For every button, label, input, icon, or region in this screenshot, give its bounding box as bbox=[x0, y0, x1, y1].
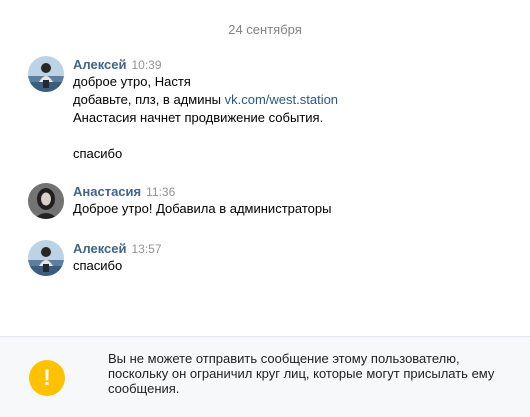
message-text: добавьте, плз, в админы bbox=[73, 92, 225, 107]
photo-avatar-anastasia-icon bbox=[28, 183, 64, 219]
message-time[interactable]: 13:57 bbox=[132, 242, 162, 256]
message-author[interactable]: Алексей bbox=[73, 241, 127, 256]
message-text-line: Анастасия начнет продвижение события. bbox=[73, 110, 324, 125]
message-text-line: спасибо bbox=[73, 258, 123, 273]
photo-avatar-aleksey-icon bbox=[28, 56, 64, 92]
message-item: Анастасия 11:36 Доброе утро! Добавила в а… bbox=[28, 183, 508, 223]
message-text-line: спасибо bbox=[73, 146, 123, 161]
warning-icon: ! bbox=[29, 360, 65, 396]
blocked-notice-panel: ! Вы не можете отправить сообщение этому… bbox=[0, 336, 530, 417]
message-time[interactable]: 11:36 bbox=[146, 185, 175, 199]
avatar[interactable] bbox=[28, 183, 64, 219]
avatar[interactable] bbox=[28, 240, 64, 276]
message-link[interactable]: vk.com/west.station bbox=[225, 92, 338, 107]
message-author[interactable]: Анастасия bbox=[73, 184, 141, 199]
message-time[interactable]: 10:39 bbox=[132, 58, 162, 72]
date-divider: 24 сентября bbox=[228, 22, 302, 37]
message-author[interactable]: Алексей bbox=[73, 57, 127, 72]
avatar[interactable] bbox=[28, 56, 64, 92]
photo-avatar-aleksey-icon bbox=[28, 240, 64, 276]
message-text-line: доброе утро, Настя bbox=[73, 74, 191, 89]
message-text-line: Доброе утро! Добавила в администраторы bbox=[73, 201, 332, 216]
message-item: Алексей 13:57 спасибо bbox=[28, 240, 508, 280]
blocked-notice-text: Вы не можете отправить сообщение этому п… bbox=[108, 351, 495, 396]
message-item: Алексей 10:39 доброе утро, Настя добавьте… bbox=[28, 56, 508, 166]
message-text-line bbox=[73, 127, 503, 145]
message-text-line: добавьте, плз, в админы vk.com/west.stat… bbox=[73, 91, 503, 109]
